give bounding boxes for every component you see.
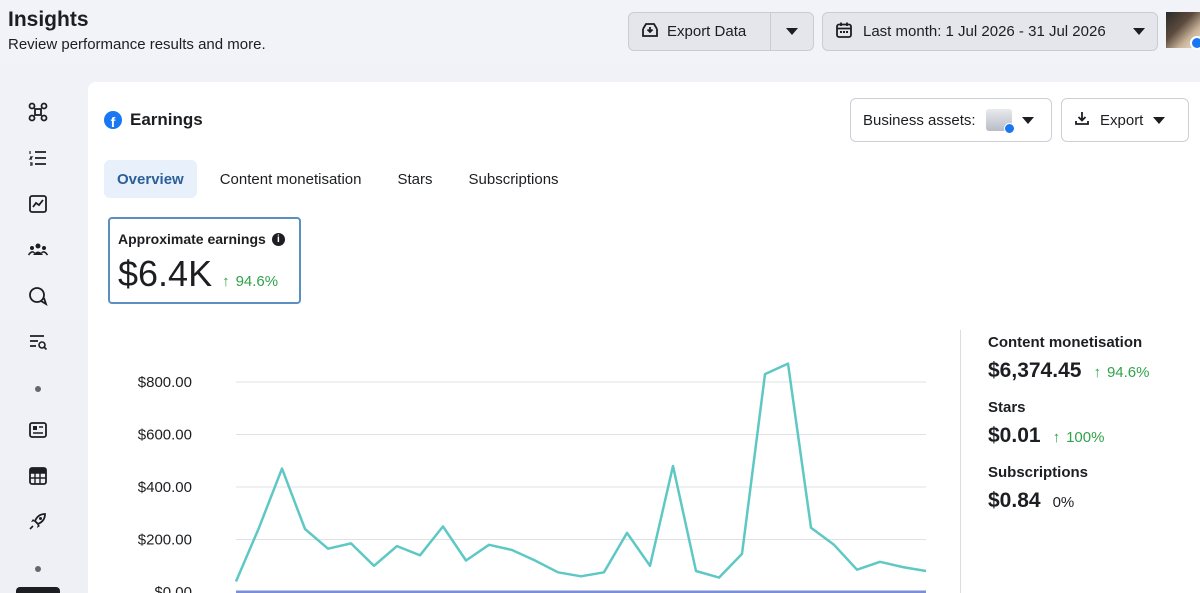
tab-content-monetisation[interactable]: Content monetisation — [207, 160, 375, 198]
rail-active-item[interactable] — [16, 587, 60, 593]
info-icon[interactable]: i — [271, 232, 285, 246]
business-assets-label: Business assets: — [863, 111, 976, 129]
breakdown-subscriptions: Subscriptions $0.84 0% — [988, 464, 1188, 513]
y-tick-label: $400.00 — [138, 479, 192, 496]
comments-icon[interactable] — [27, 285, 49, 307]
rail-separator-dot — [35, 386, 41, 392]
y-tick-label: $200.00 — [138, 532, 192, 549]
earnings-breakdown: Content monetisation $6,374.45 ↑ 94.6% St… — [988, 334, 1188, 529]
export-data-dropdown[interactable] — [771, 13, 813, 50]
id-card-icon[interactable] — [27, 419, 49, 441]
metric-label-text: Approximate earnings — [118, 231, 266, 247]
export-label: Export — [1100, 111, 1144, 129]
y-tick-label: $0.00 — [154, 584, 192, 593]
tab-overview[interactable]: Overview — [104, 160, 197, 198]
date-range-button[interactable]: Last month: 1 Jul 2026 - 31 Jul 2026 — [822, 12, 1158, 51]
calendar-icon — [835, 21, 853, 43]
download-icon — [1074, 110, 1090, 130]
breakdown-label: Content monetisation — [988, 334, 1143, 351]
table-icon[interactable] — [27, 465, 49, 487]
export-button[interactable]: Export — [1061, 98, 1189, 142]
breakdown-value: $0.84 — [988, 489, 1041, 512]
list-icon[interactable] — [27, 147, 49, 169]
breakdown-delta: ↑ 94.6% — [1093, 364, 1149, 381]
caret-down-icon — [786, 23, 798, 40]
card-title: f Earnings — [104, 110, 203, 130]
download-tray-icon — [641, 21, 659, 43]
earnings-card: f Earnings Business assets: Export Overv… — [88, 82, 1200, 593]
breakdown-delta-value: 0% — [1052, 494, 1075, 511]
facebook-logo-icon: f — [104, 111, 122, 129]
chart-divider — [960, 330, 961, 593]
y-tick-label: $800.00 — [138, 374, 192, 391]
breakdown-delta-value: 94.6% — [1106, 364, 1150, 381]
search-list-icon[interactable] — [27, 331, 49, 353]
y-tick-label: $600.00 — [138, 427, 192, 444]
breakdown-value-row: $6,374.45 ↑ 94.6% — [988, 359, 1188, 383]
breakdown-delta: ↑ 100% — [1053, 429, 1105, 446]
breakdown-value: $6,374.45 — [988, 359, 1082, 382]
business-assets-button[interactable]: Business assets: — [850, 98, 1052, 142]
facebook-badge-icon — [1003, 123, 1015, 134]
caret-down-icon — [1153, 112, 1166, 129]
approximate-earnings-metric[interactable]: Approximate earnings i $6.4K ↑ 94.6% — [108, 217, 301, 304]
metric-value: $6.4K — [118, 253, 213, 294]
earnings-line-chart: $0.00 $200.00 $400.00 $600.00 $800.00 — [138, 362, 927, 593]
breakdown-label: Stars — [988, 399, 1026, 416]
breakdown-stars: Stars $0.01 ↑ 100% — [988, 399, 1188, 448]
breakdown-content-monetisation: Content monetisation $6,374.45 ↑ 94.6% — [988, 334, 1188, 383]
earnings-series-line — [234, 362, 927, 582]
profile-avatar[interactable] — [1166, 12, 1200, 50]
page-subtitle: Review performance results and more. — [8, 36, 266, 53]
page-title: Insights — [8, 8, 89, 31]
business-asset-thumbnail — [985, 109, 1015, 134]
export-data-main[interactable]: Export Data — [629, 13, 771, 50]
chart-icon[interactable] — [27, 193, 49, 215]
breakdown-value-row: $0.01 ↑ 100% — [988, 424, 1188, 448]
caret-down-icon — [1133, 23, 1145, 40]
metric-delta-value: 94.6% — [235, 273, 279, 290]
audience-icon[interactable] — [27, 239, 49, 261]
metric-label: Approximate earnings i — [118, 231, 291, 247]
breakdown-delta-value: 100% — [1066, 429, 1105, 446]
arrow-up-icon: ↑ — [1052, 429, 1061, 446]
breakdown-value: $0.01 — [988, 424, 1041, 447]
card-title-label: Earnings — [130, 110, 203, 129]
date-range-label: Last month: 1 Jul 2026 - 31 Jul 2026 — [863, 23, 1106, 40]
export-data-label: Export Data — [667, 23, 747, 40]
arrow-up-icon: ↑ — [222, 273, 230, 290]
tab-stars[interactable]: Stars — [384, 160, 445, 198]
nodes-icon[interactable] — [27, 101, 49, 123]
rail-separator-dot — [35, 566, 41, 572]
rocket-icon[interactable] — [27, 510, 49, 532]
metric-delta: ↑ 94.6% — [222, 273, 278, 290]
caret-down-icon — [1021, 112, 1034, 129]
breakdown-value-row: $0.84 0% — [988, 489, 1188, 513]
export-data-button[interactable]: Export Data — [628, 12, 814, 51]
earnings-tabs: Overview Content monetisation Stars Subs… — [104, 160, 572, 198]
tab-subscriptions[interactable]: Subscriptions — [456, 160, 572, 198]
arrow-up-icon: ↑ — [1093, 364, 1101, 381]
breakdown-label: Subscriptions — [988, 464, 1089, 481]
facebook-badge-icon — [1190, 36, 1200, 50]
metric-value-row: $6.4K ↑ 94.6% — [118, 253, 291, 295]
